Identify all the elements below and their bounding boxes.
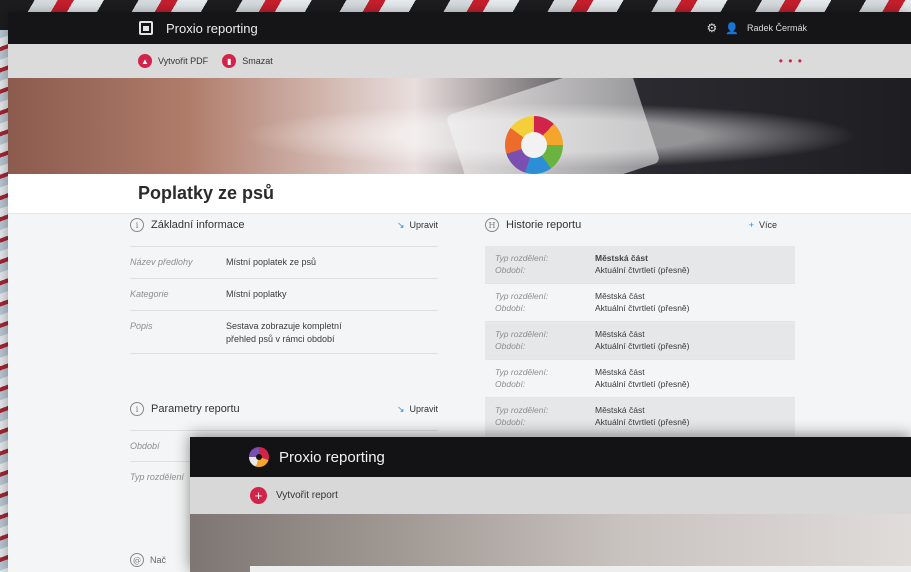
history-value: Aktuální čtvrtletí (přesně) — [595, 265, 690, 275]
hero-banner — [8, 78, 911, 174]
create-pdf-label: Vytvořit PDF — [158, 56, 209, 66]
more-label: Více — [758, 220, 777, 230]
pdf-icon: ▲ — [138, 54, 152, 68]
history-value: Aktuální čtvrtletí (přesně) — [595, 341, 690, 351]
history-value: Městská část — [595, 367, 645, 377]
history-row[interactable]: Typ rozdělení: Období: Městská část Aktuál… — [485, 398, 795, 436]
info-label: Popis — [130, 321, 153, 331]
next-section-header: @ Nač — [130, 553, 166, 567]
history-label: Typ rozdělení: — [495, 367, 549, 377]
history-icon: H — [485, 218, 499, 232]
gear-icon[interactable]: ⚙ — [707, 21, 718, 35]
right-column: H Historie reportu + Více Typ rozdělení:… — [485, 214, 795, 436]
plus-icon: + — [748, 220, 754, 230]
info-value: Sestava zobrazuje kompletní přehled psů … — [226, 321, 342, 344]
overlay-app-title: Proxio reporting — [279, 448, 385, 466]
hero-donut-image — [505, 116, 563, 174]
history-title: Historie reportu — [506, 219, 582, 231]
history-value: Aktuální čtvrtletí (přesně) — [595, 303, 690, 313]
create-report-button[interactable]: Vytvořit report — [276, 490, 338, 501]
edit-params-button[interactable]: ↘ Upravit — [397, 404, 438, 415]
history-row[interactable]: Typ rozdělení: Období: Městská část Aktuál… — [485, 284, 795, 322]
delete-icon: ▮ — [222, 54, 237, 68]
history-label: Období: — [495, 417, 526, 427]
history-label: Typ rozdělení: — [495, 253, 549, 263]
more-menu-button[interactable]: • • • — [779, 54, 803, 68]
history-value: Aktuální čtvrtletí (přesně) — [595, 417, 690, 427]
app-title: Proxio reporting — [166, 20, 258, 36]
edit-icon: ↘ — [396, 219, 405, 230]
section-icon: @ — [130, 553, 144, 567]
history-value: Městská část — [595, 291, 645, 301]
params-title: Parametry reportu — [151, 403, 240, 415]
params-header: i Parametry reportu ↘ Upravit — [130, 398, 438, 420]
history-label: Období: — [495, 341, 526, 351]
plus-icon[interactable]: + — [250, 487, 267, 504]
info-icon: i — [130, 402, 144, 416]
overlay-window: Proxio reporting + Vytvořit report — [190, 437, 911, 572]
history-more-button[interactable]: + Více — [749, 220, 777, 230]
history-value: Městská část — [595, 329, 645, 339]
delete-label: Smazat — [242, 56, 273, 66]
app-logo-icon — [249, 447, 269, 467]
overlay-toolbar: + Vytvořit report — [190, 477, 911, 514]
action-toolbar: ▲ Vytvořit PDF ▮ Smazat • • • — [8, 44, 911, 78]
history-label: Období: — [495, 303, 526, 313]
history-row[interactable]: Typ rozdělení: Období: Městská část Aktuál… — [485, 360, 795, 398]
history-label: Typ rozdělení: — [495, 405, 549, 415]
param-label: Typ rozdělení — [130, 472, 184, 482]
delete-button[interactable]: ▮ Smazat — [222, 54, 273, 68]
create-pdf-button[interactable]: ▲ Vytvořit PDF — [138, 54, 208, 68]
basic-info-list: Název předlohy Místní poplatek ze psů Ka… — [130, 246, 438, 354]
edit-label: Upravit — [409, 404, 438, 414]
history-row[interactable]: Typ rozdělení: Období: Městská část Aktuál… — [485, 246, 795, 284]
user-name[interactable]: Radek Čermák — [747, 23, 807, 33]
info-value: Místní poplatek ze psů — [226, 257, 317, 267]
page-title: Poplatky ze psů — [138, 183, 275, 203]
page-header: Poplatky ze psů — [8, 174, 911, 214]
basic-info-title: Základní informace — [151, 219, 245, 231]
topbar-user-area: ⚙ 👤 Radek Čermák — [707, 12, 808, 44]
info-row: Název předlohy Místní poplatek ze psů — [130, 246, 438, 278]
history-label: Období: — [495, 265, 526, 275]
history-row[interactable]: Typ rozdělení: Období: Městská část Aktuál… — [485, 322, 795, 360]
edit-icon: ↘ — [396, 403, 405, 414]
next-section-title: Nač — [150, 555, 167, 565]
param-label: Období — [130, 441, 160, 451]
info-label: Kategorie — [130, 289, 169, 299]
history-list: Typ rozdělení: Období: Městská část Aktuál… — [485, 246, 795, 436]
history-value: Městská část — [595, 405, 645, 415]
history-value: Městská část — [595, 253, 648, 263]
top-bar: Proxio reporting ⚙ 👤 Radek Čermák — [8, 12, 911, 44]
overlay-hero-banner — [190, 514, 911, 572]
info-row: Kategorie Místní poplatky — [130, 278, 438, 310]
history-header: H Historie reportu + Více — [485, 214, 795, 236]
user-icon[interactable]: 👤 — [725, 22, 739, 35]
history-value: Aktuální čtvrtletí (přesně) — [595, 379, 690, 389]
history-label: Typ rozdělení: — [495, 291, 549, 301]
info-icon: i — [130, 218, 144, 232]
info-value: Místní poplatky — [226, 289, 287, 299]
info-row: Popis Sestava zobrazuje kompletní přehle… — [130, 310, 438, 354]
edit-label: Upravit — [409, 220, 438, 230]
edit-basic-info-button[interactable]: ↘ Upravit — [397, 220, 438, 231]
app-logo-icon — [139, 21, 153, 35]
history-label: Typ rozdělení: — [495, 329, 549, 339]
info-label: Název předlohy — [130, 257, 193, 267]
overlay-top-bar: Proxio reporting — [190, 437, 911, 477]
basic-info-header: i Základní informace ↘ Upravit — [130, 214, 438, 236]
history-label: Období: — [495, 379, 526, 389]
